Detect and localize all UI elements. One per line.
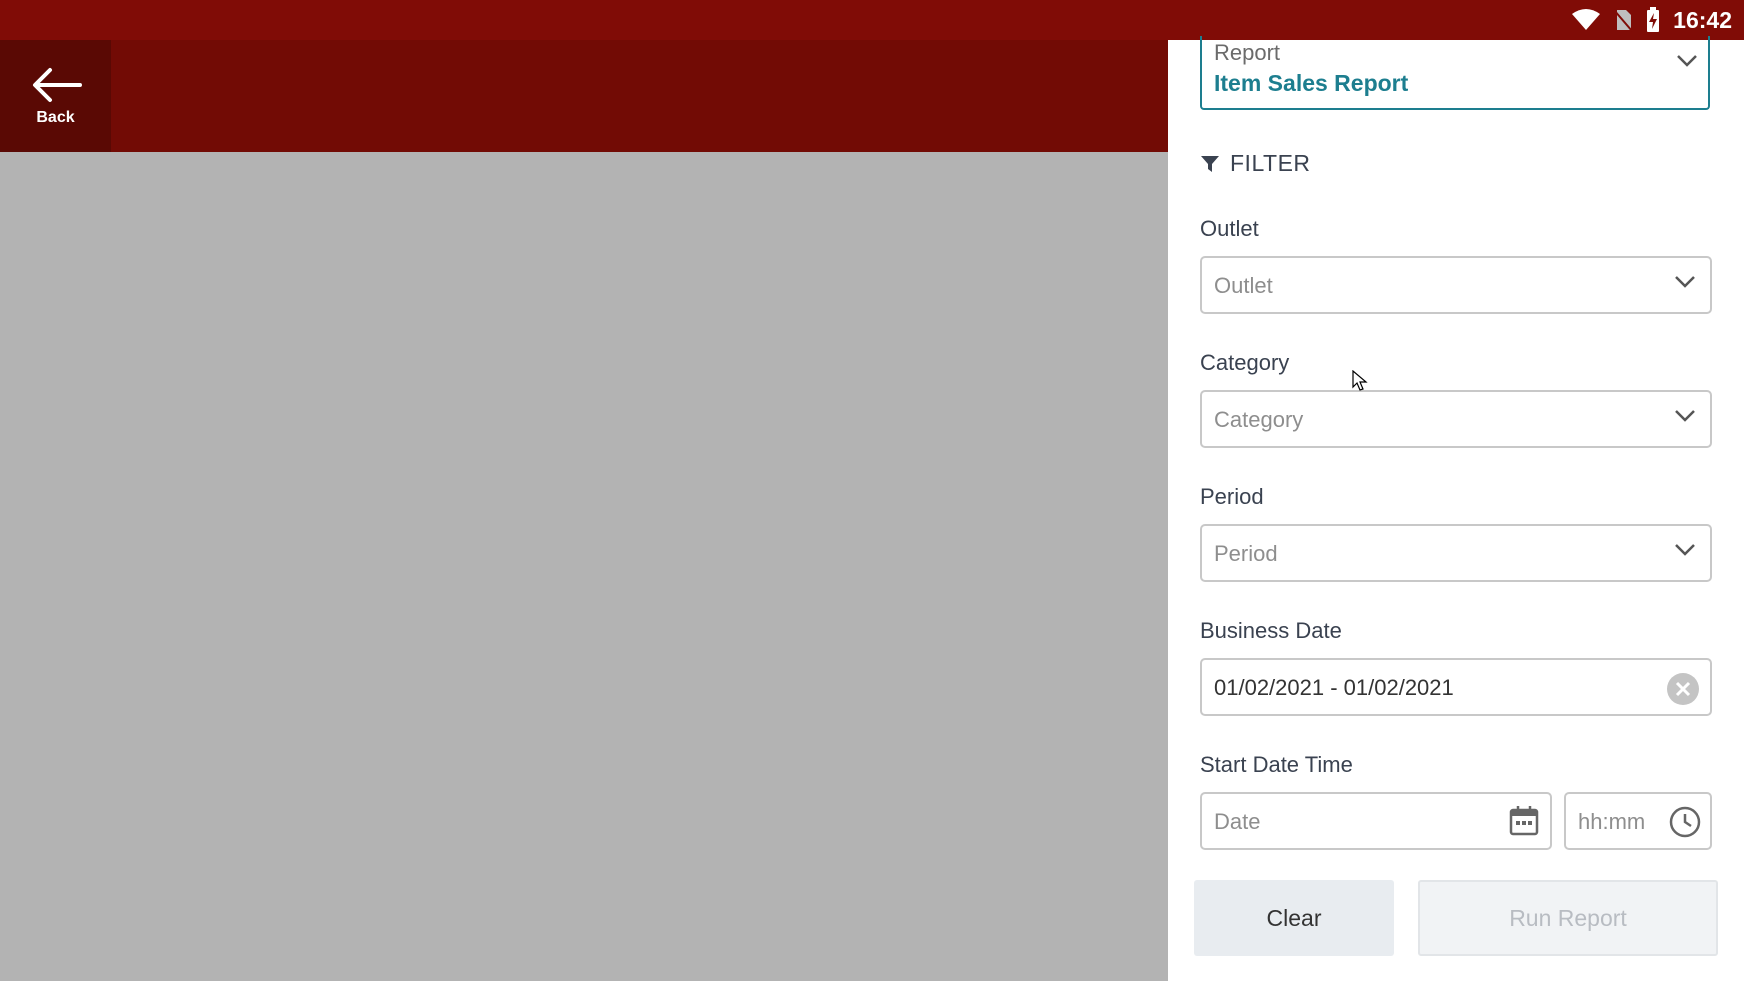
chevron-down-icon xyxy=(1677,55,1697,67)
outlet-select[interactable]: Outlet xyxy=(1200,256,1712,314)
back-button[interactable]: Back xyxy=(0,40,111,152)
report-value: Item Sales Report xyxy=(1214,70,1409,96)
clock-icon[interactable] xyxy=(1668,805,1702,839)
clear-button[interactable]: Clear xyxy=(1194,880,1394,956)
clear-circle-icon[interactable] xyxy=(1666,672,1700,706)
business-date-value: 01/02/2021 - 01/02/2021 xyxy=(1214,675,1454,700)
chevron-down-icon xyxy=(1675,410,1695,422)
no-sim-icon xyxy=(1613,9,1633,32)
start-date-input[interactable]: Date xyxy=(1200,792,1552,850)
category-label: Category xyxy=(1200,350,1290,375)
period-select[interactable]: Period xyxy=(1200,524,1712,582)
time-placeholder: hh:mm xyxy=(1578,809,1646,834)
arrow-left-icon xyxy=(32,68,82,102)
report-select[interactable]: Report Item Sales Report xyxy=(1200,36,1710,110)
period-placeholder: Period xyxy=(1214,541,1278,566)
back-label: Back xyxy=(36,109,75,126)
modal-backdrop[interactable] xyxy=(0,152,1168,981)
period-label: Period xyxy=(1200,484,1264,509)
outlet-placeholder: Outlet xyxy=(1214,273,1273,298)
report-filter-panel: Report Item Sales Report FILTER Outlet O… xyxy=(1168,36,1744,981)
business-date-label: Business Date xyxy=(1200,618,1342,643)
chevron-down-icon xyxy=(1675,544,1695,556)
battery-charging-icon xyxy=(1647,7,1660,32)
app-bar: Back xyxy=(0,40,1168,152)
date-placeholder: Date xyxy=(1214,809,1261,834)
category-select[interactable]: Category xyxy=(1200,390,1712,448)
mouse-cursor-icon xyxy=(1352,370,1368,391)
status-bar: 16:42 xyxy=(0,0,1744,40)
run-report-button[interactable]: Run Report xyxy=(1418,880,1718,956)
chevron-down-icon xyxy=(1675,276,1695,288)
filter-title: FILTER xyxy=(1230,150,1311,176)
business-date-field[interactable]: 01/02/2021 - 01/02/2021 xyxy=(1200,658,1712,716)
category-placeholder: Category xyxy=(1214,407,1304,432)
filter-header: FILTER xyxy=(1200,150,1311,177)
calendar-icon[interactable] xyxy=(1508,805,1540,837)
start-time-input[interactable]: hh:mm xyxy=(1564,792,1712,850)
funnel-icon xyxy=(1201,155,1219,172)
wifi-icon xyxy=(1572,9,1601,30)
outlet-label: Outlet xyxy=(1200,216,1259,241)
clock-time: 16:42 xyxy=(1673,6,1732,33)
report-label: Report xyxy=(1214,40,1281,65)
start-date-time-label: Start Date Time xyxy=(1200,752,1353,777)
